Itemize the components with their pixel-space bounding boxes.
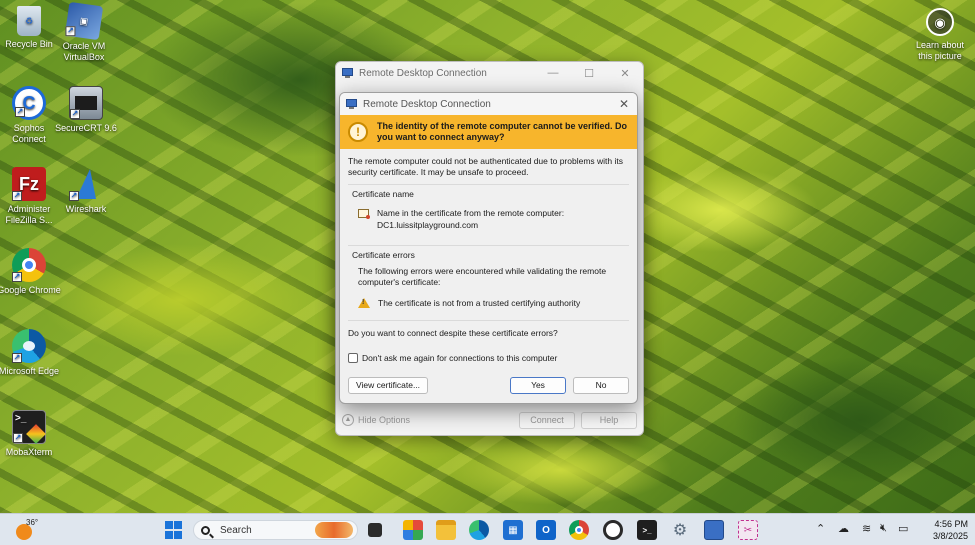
no-button[interactable]: No (573, 377, 629, 394)
taskbar: 36° Search ▦ O >_ ⚙ ✂ ⌃ ☁ ≋ 🔇︎ ▭ 4:56 PM… (0, 513, 975, 545)
desktop-icon-mobaxterm[interactable]: >_ ↗ MobaXterm (0, 410, 62, 458)
search-placeholder: Search (220, 524, 252, 536)
desktop-icon-virtualbox[interactable]: ▣ ↗ Oracle VM VirtualBox (51, 1, 117, 63)
rdc-app-icon (342, 67, 354, 79)
camera-icon: ◉ (926, 8, 954, 36)
widgets-icon[interactable] (403, 520, 423, 540)
cloud-icon[interactable]: ☁ (838, 522, 849, 535)
warning-text: The identity of the remote computer cann… (377, 121, 628, 142)
weather-temp: 36° (26, 518, 39, 527)
certificate-warning-dialog: Remote Desktop Connection ✕ ! The identi… (339, 92, 638, 404)
connect-button[interactable]: Connect (519, 411, 575, 429)
taskbar-clock[interactable]: 4:56 PM 3/8/2025 (918, 518, 968, 542)
rdc-taskbar-icon[interactable] (704, 520, 724, 540)
mobaxterm-icon: >_ ↗ (12, 410, 46, 444)
certificate-name-label: Name in the certificate from the remote … (377, 208, 565, 218)
dont-ask-again-checkbox[interactable] (348, 353, 358, 363)
taskbar-search[interactable]: Search (193, 520, 358, 540)
chevron-up-icon: ▲ (342, 414, 354, 426)
dialog-button-row: View certificate... Yes No (348, 377, 629, 394)
rdc-main-titlebar[interactable]: Remote Desktop Connection — ☐ ✕ (336, 62, 643, 84)
dialog-description: The remote computer could not be authent… (348, 156, 623, 177)
rdc-main-title: Remote Desktop Connection (359, 67, 487, 79)
weather-widget[interactable]: 36° (14, 518, 39, 541)
desktop-icon-wireshark[interactable]: ↗ Wireshark (53, 167, 119, 215)
dialog-title: Remote Desktop Connection (363, 98, 491, 110)
virtualbox-icon: ▣ ↗ (64, 1, 104, 41)
clock-time: 4:56 PM (934, 519, 968, 529)
learn-about-picture-label: Learn about this picture (915, 40, 965, 61)
dont-ask-again-row[interactable]: Don't ask me again for connections to th… (340, 338, 637, 363)
clock-date: 3/8/2025 (932, 531, 968, 541)
certificate-icon (358, 209, 370, 219)
certificate-errors-group: Certificate errors The following errors … (348, 245, 629, 308)
desktop-icon-google-chrome[interactable]: ↗ Google Chrome (0, 248, 62, 296)
view-certificate-button[interactable]: View certificate... (348, 377, 428, 394)
certificate-name-title: Certificate name (352, 189, 414, 199)
outlook-icon[interactable]: O (536, 520, 556, 540)
recycle-bin-icon: ♻ (17, 6, 41, 36)
filezilla-icon: Fz ↗ (12, 167, 46, 201)
sophos-taskbar-icon[interactable] (603, 520, 623, 540)
desktop-icon-microsoft-edge[interactable]: ↗ Microsoft Edge (0, 329, 62, 377)
desktop-icon-label: Oracle VM VirtualBox (62, 41, 106, 62)
certificate-name-value: DC1.luissitplayground.com (377, 220, 479, 230)
dialog-titlebar[interactable]: Remote Desktop Connection ✕ (340, 93, 637, 115)
edge-icon: ↗ (12, 329, 46, 363)
wifi-icon[interactable]: ≋ (862, 522, 871, 535)
rdc-app-icon (346, 98, 358, 110)
search-highlight-icon (315, 522, 353, 538)
learn-about-picture[interactable]: ◉ Learn about this picture (912, 8, 968, 62)
connect-question: Do you want to connect despite these cer… (348, 328, 558, 338)
settings-gear-icon[interactable]: ⚙ (670, 520, 690, 540)
yes-button[interactable]: Yes (510, 377, 566, 394)
rdc-main-bottom-bar: ▲ Hide Options Connect Help (336, 405, 643, 435)
edge-taskbar-icon[interactable] (469, 520, 489, 540)
windows-start-icon[interactable] (163, 520, 183, 540)
desktop-icon-label: SecureCRT 9.6 (55, 123, 117, 133)
search-icon (201, 525, 210, 535)
close-icon[interactable]: ✕ (611, 97, 637, 111)
warning-triangle-icon: ! (358, 298, 370, 308)
desktop-icon-label: Microsoft Edge (0, 366, 60, 376)
warning-shield-icon: ! (348, 122, 368, 142)
snipping-tool-icon[interactable]: ✂ (738, 520, 758, 540)
sophos-connect-icon: C ↗ (12, 86, 46, 120)
volume-muted-icon[interactable]: 🔇︎ (880, 522, 887, 535)
chrome-taskbar-icon[interactable] (569, 520, 589, 540)
help-button[interactable]: Help (581, 411, 637, 429)
file-explorer-icon[interactable] (436, 520, 456, 540)
terminal-icon[interactable]: >_ (637, 520, 657, 540)
maximize-icon[interactable]: ☐ (571, 67, 607, 80)
desktop-icon-label: Google Chrome (0, 285, 61, 295)
desktop-icon-label: MobaXterm (5, 447, 53, 457)
store-icon[interactable]: ▦ (503, 520, 523, 540)
desktop-icon-label: Wireshark (65, 204, 107, 214)
certificate-errors-text: The following errors were encountered wh… (358, 266, 607, 287)
securecrt-icon: ↗ (69, 86, 103, 120)
close-icon[interactable]: ✕ (607, 67, 643, 80)
minimize-icon[interactable]: — (535, 67, 571, 80)
task-view-icon[interactable] (368, 523, 382, 537)
desktop-icon-securecrt[interactable]: ↗ SecureCRT 9.6 (53, 86, 119, 134)
hide-options-label: Hide Options (358, 415, 411, 425)
certificate-name-group: Certificate name Name in the certificate… (348, 184, 629, 231)
chrome-icon: ↗ (12, 248, 46, 282)
chevron-up-icon[interactable]: ⌃ (816, 522, 825, 535)
battery-icon[interactable]: ▭ (898, 522, 908, 535)
wireshark-fin-icon: ↗ (69, 167, 103, 201)
certificate-errors-title: Certificate errors (352, 250, 415, 260)
warning-banner: ! The identity of the remote computer ca… (340, 115, 637, 149)
dont-ask-again-label[interactable]: Don't ask me again for connections to th… (362, 353, 557, 363)
certificate-error-item: The certificate is not from a trusted ce… (378, 298, 581, 308)
hide-options-button[interactable]: ▲ Hide Options (342, 414, 410, 426)
